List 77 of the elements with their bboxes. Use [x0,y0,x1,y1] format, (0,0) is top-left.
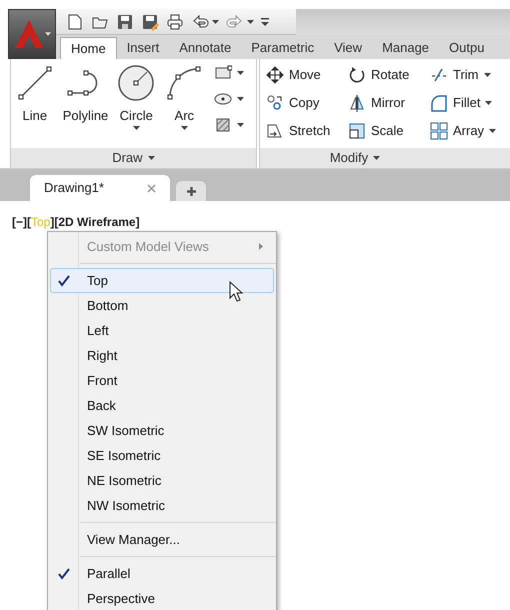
ribbon-tab[interactable]: Outpu [439,37,494,59]
new-tab-button[interactable] [176,181,206,201]
ribbon-tab[interactable]: Parametric [241,37,324,59]
dropdown-caret-icon [237,123,244,127]
modify-tool-button[interactable]: Stretch [266,120,346,142]
scale-icon [348,122,366,140]
dropdown-caret-icon [485,101,492,105]
mirror-icon [348,94,366,112]
new-file-icon [66,12,84,30]
menu-item[interactable]: Right [50,343,274,368]
dropdown-caret-icon [247,20,254,24]
circle-icon [116,63,156,103]
dropdown-caret-icon [237,97,244,101]
close-icon[interactable] [147,184,156,192]
rotate-icon [348,66,366,84]
menu-item[interactable]: Perspective [50,586,274,610]
panel-title-button[interactable]: Draw [10,148,256,168]
dropdown-caret-icon [180,126,188,130]
modify-tool-button[interactable]: Move [266,64,346,86]
file-tab[interactable]: Drawing1* [30,175,170,201]
stretch-icon [266,122,284,140]
redo-icon [226,12,244,30]
menu-item[interactable]: Front [50,368,274,393]
ribbon-tab[interactable]: Manage [372,37,440,59]
ribbon-tab[interactable]: Home [60,37,117,59]
application-menu-button[interactable] [8,9,56,59]
menu-item[interactable]: SW Isometric [50,418,274,443]
menu-item[interactable]: NW Isometric [50,493,274,518]
submenu-arrow-icon [259,243,263,250]
mouse-cursor-icon [229,281,243,303]
dropdown-caret-icon [489,129,496,133]
logo-icon [14,19,44,49]
draw-tool-button[interactable]: Polyline [58,63,112,148]
customize-button[interactable] [259,18,271,26]
save-icon [116,12,134,30]
dropdown-caret-icon [148,156,155,160]
move-arrows-icon [266,66,284,84]
modify-tool-button[interactable]: Copy [266,92,346,114]
menu-item[interactable]: View Manager... [50,527,274,552]
draw-tool-button[interactable]: Circle [112,63,160,148]
array-icon [430,122,448,140]
redo-button[interactable] [224,12,256,30]
ribbon-tab[interactable]: View [324,37,372,59]
fillet-icon [430,94,448,112]
trim-icon [430,66,448,84]
menu-item[interactable]: SE Isometric [50,443,274,468]
hatch-icon [214,116,232,134]
menu-item[interactable]: Left [50,318,274,343]
modify-tool-button[interactable]: Mirror [348,92,428,114]
dropdown-caret-icon [373,156,380,160]
modify-tool-button[interactable]: Array [430,120,510,142]
modify-tool-button[interactable]: Rotate [348,64,428,86]
panel-title-button[interactable]: Modify [260,148,510,168]
modify-tool-button[interactable]: Fillet [430,92,510,114]
draw-tool-button[interactable]: Arc [160,63,208,148]
modify-tool-button[interactable]: Trim [430,64,510,86]
dropdown-caret-icon [237,71,244,75]
menu-item[interactable]: Bottom [50,293,274,318]
dropdown-caret-icon [484,73,491,77]
dropdown-caret-icon [212,20,219,24]
printer-icon [166,12,184,30]
customize-icon [261,18,269,26]
modify-tool-button[interactable]: Scale [348,120,428,142]
viewport-label[interactable]: [−][ [12,213,31,231]
plus-icon [186,186,196,196]
copy-icon [266,94,284,112]
menu-item[interactable]: NE Isometric [50,468,274,493]
menu-item[interactable]: Parallel [50,561,274,586]
draw-tool-button[interactable]: Line [10,63,59,148]
dropdown-caret-icon [132,126,140,130]
dropdown-caret-icon [44,32,50,36]
ribbon-tab[interactable]: Insert [116,37,170,59]
ribbon-tab[interactable]: Annotate [169,37,242,59]
save-as-icon [141,12,159,30]
viewport-label[interactable]: ][2D Wireframe] [50,213,140,231]
menu-item[interactable]: Back [50,393,274,418]
undo-icon [191,12,209,30]
